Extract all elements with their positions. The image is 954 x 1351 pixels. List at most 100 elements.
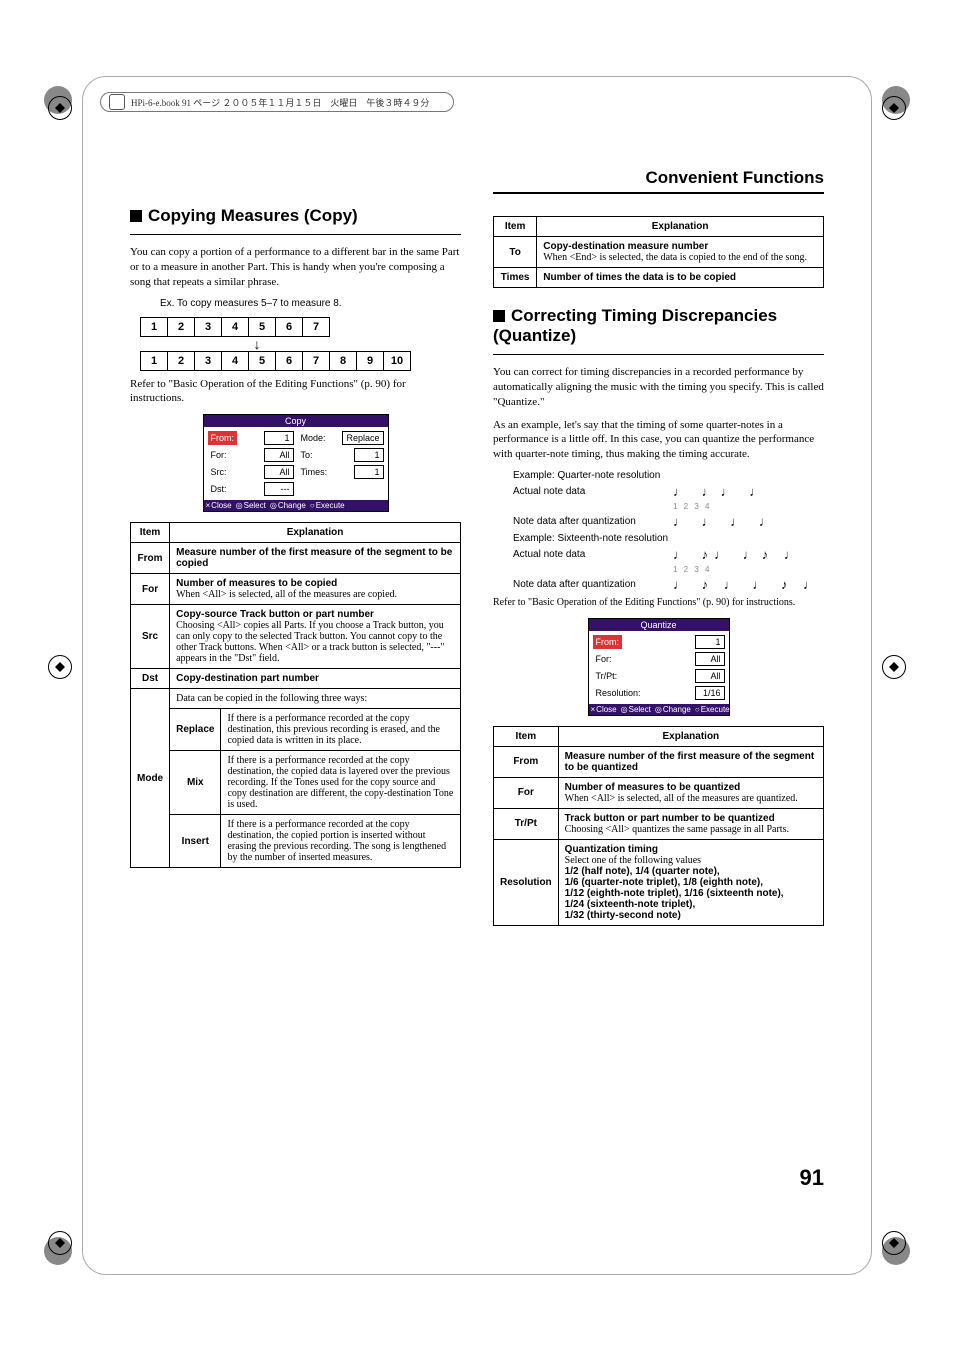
- field-value: All: [264, 448, 294, 462]
- field-value: 1/16: [695, 686, 725, 700]
- mode-val: If there is a performance recorded at th…: [221, 815, 461, 868]
- row-key: Resolution: [494, 839, 559, 925]
- book-icon: [109, 94, 125, 110]
- dialog-title: Copy: [204, 415, 388, 427]
- row-val: Copy-source Track button or part number …: [170, 605, 461, 669]
- left-column: Copying Measures (Copy) You can copy a p…: [130, 168, 461, 926]
- row-val: Measure number of the first measure of t…: [558, 746, 823, 777]
- quantize-dialog-screenshot: Quantize From:1 For:All Tr/Pt:All Resolu…: [588, 618, 730, 716]
- copy-params-table: Item Explanation From Measure number of …: [130, 522, 461, 868]
- measure-cell: 7: [302, 351, 329, 371]
- field-value: 1: [354, 465, 384, 479]
- field-value: 1: [354, 448, 384, 462]
- measure-cell: 2: [167, 351, 194, 371]
- copy-intro: You can copy a portion of a performance …: [130, 245, 461, 290]
- quantize-params-table: Item Explanation From Measure number of …: [493, 726, 824, 926]
- mode-val: If there is a performance recorded at th…: [221, 751, 461, 815]
- dialog-foot-btn: Execute: [310, 501, 345, 510]
- diagram-label: Actual note data: [513, 549, 673, 560]
- row-val: Number of measures to be copied When <Al…: [170, 574, 461, 605]
- field-label: Tr/Pt:: [593, 669, 621, 683]
- th-item: Item: [494, 217, 537, 237]
- register-mark-icon: [882, 1231, 906, 1255]
- diagram-label: Note data after quantization: [513, 516, 673, 527]
- measure-cell: 7: [302, 317, 330, 337]
- field-value: 1: [695, 635, 725, 649]
- row-val: Number of times the data is to be copied: [537, 268, 824, 288]
- notes-icon: ♩ ♩♩ ♩: [673, 484, 768, 499]
- row-val: Quantization timing Select one of the fo…: [558, 839, 823, 925]
- row-key: Times: [494, 268, 537, 288]
- measure-cell: 10: [383, 351, 411, 371]
- register-mark-icon: [882, 96, 906, 120]
- measure-cell: 1: [140, 317, 167, 337]
- copy-dialog-screenshot: Copy From:1 For:All Src:All Dst:--- Mode…: [203, 414, 389, 512]
- th-explanation: Explanation: [537, 217, 824, 237]
- mode-val: If there is a performance recorded at th…: [221, 709, 461, 751]
- page-number: 91: [800, 1165, 824, 1191]
- measure-cell: 8: [329, 351, 356, 371]
- heading-copy: Copying Measures (Copy): [130, 206, 461, 226]
- row-key: Mode: [131, 689, 170, 868]
- mode-key: Insert: [170, 815, 221, 868]
- th-item: Item: [131, 523, 170, 543]
- prepress-header: HPi-6-e.book 91 ページ ２００５年１１月１５日 火曜日 午後３時…: [100, 92, 454, 112]
- copy-example-caption: Ex. To copy measures 5–7 to measure 8.: [160, 298, 461, 309]
- row-key: For: [494, 777, 559, 808]
- dialog-foot-btn: Select: [236, 501, 266, 510]
- measure-cell: 5: [248, 351, 275, 371]
- measure-diagram: 1 2 3 4 5 6 7 ↓ 1 2 3 4 5 6 7 8: [140, 317, 461, 371]
- tick-numbers: 1 2 3 4: [673, 565, 711, 574]
- mode-key: Mix: [170, 751, 221, 815]
- dialog-foot-btn: Close: [591, 705, 617, 714]
- measure-cell: 4: [221, 317, 248, 337]
- register-mark-icon: [882, 655, 906, 679]
- field-value: All: [264, 465, 294, 479]
- measure-cell: 1: [140, 351, 167, 371]
- row-val: Copy-destination part number: [170, 669, 461, 689]
- rule: [493, 192, 824, 194]
- notes-icon: ♩ ♪♩ ♩♪ ♩: [673, 547, 803, 562]
- dialog-foot-btn: Change: [270, 501, 306, 510]
- notes-icon: ♩ ♩ ♩ ♩: [673, 514, 778, 529]
- row-key: Tr/Pt: [494, 808, 559, 839]
- measure-cell: 3: [194, 317, 221, 337]
- row-key: To: [494, 237, 537, 268]
- measure-cell: 6: [275, 317, 302, 337]
- quantize-p1: You can correct for timing discrepancies…: [493, 365, 824, 410]
- tick-numbers: 1 2 3 4: [673, 502, 711, 511]
- dialog-foot-btn: Close: [206, 501, 232, 510]
- row-val: Copy-destination measure number When <En…: [537, 237, 824, 268]
- diagram-title: Example: Sixteenth-note resolution: [513, 533, 824, 544]
- row-key: Src: [131, 605, 170, 669]
- row-key: From: [131, 543, 170, 574]
- th-explanation: Explanation: [170, 523, 461, 543]
- dialog-foot-btn: Change: [655, 705, 691, 714]
- field-label: From:: [593, 635, 623, 649]
- measure-cell: 3: [194, 351, 221, 371]
- field-label: Times:: [298, 465, 331, 479]
- quantize-p2: As an example, let's say that the timing…: [493, 418, 824, 463]
- row-key: Dst: [131, 669, 170, 689]
- dialog-title: Quantize: [589, 619, 729, 631]
- page: HPi-6-e.book 91 ページ ２００５年１１月１５日 火曜日 午後３時…: [0, 0, 954, 1351]
- field-value: ---: [264, 482, 294, 496]
- row-val: Measure number of the first measure of t…: [170, 543, 461, 574]
- field-label: For:: [593, 652, 615, 666]
- row-val: Track button or part number to be quanti…: [558, 808, 823, 839]
- quantize-diagram-sixteenth: Example: Sixteenth-note resolution Actua…: [513, 533, 824, 592]
- notes-icon: ♩ ♪ ♩ ♩ ♪ ♩: [673, 577, 822, 592]
- copy-params-table-continued: Item Explanation To Copy-destination mea…: [493, 216, 824, 288]
- diagram-label: Actual note data: [513, 486, 673, 497]
- field-value: Replace: [342, 431, 383, 445]
- field-value: 1: [264, 431, 294, 445]
- th-explanation: Explanation: [558, 726, 823, 746]
- mode-key: Replace: [170, 709, 221, 751]
- register-mark-icon: [48, 96, 72, 120]
- right-column: Convenient Functions Item Explanation To…: [493, 168, 824, 926]
- quantize-refer: Refer to "Basic Operation of the Editing…: [493, 596, 824, 610]
- field-label: Src:: [208, 465, 230, 479]
- row-key: From: [494, 746, 559, 777]
- measure-cell: 6: [275, 351, 302, 371]
- row-val: Number of measures to be quantized When …: [558, 777, 823, 808]
